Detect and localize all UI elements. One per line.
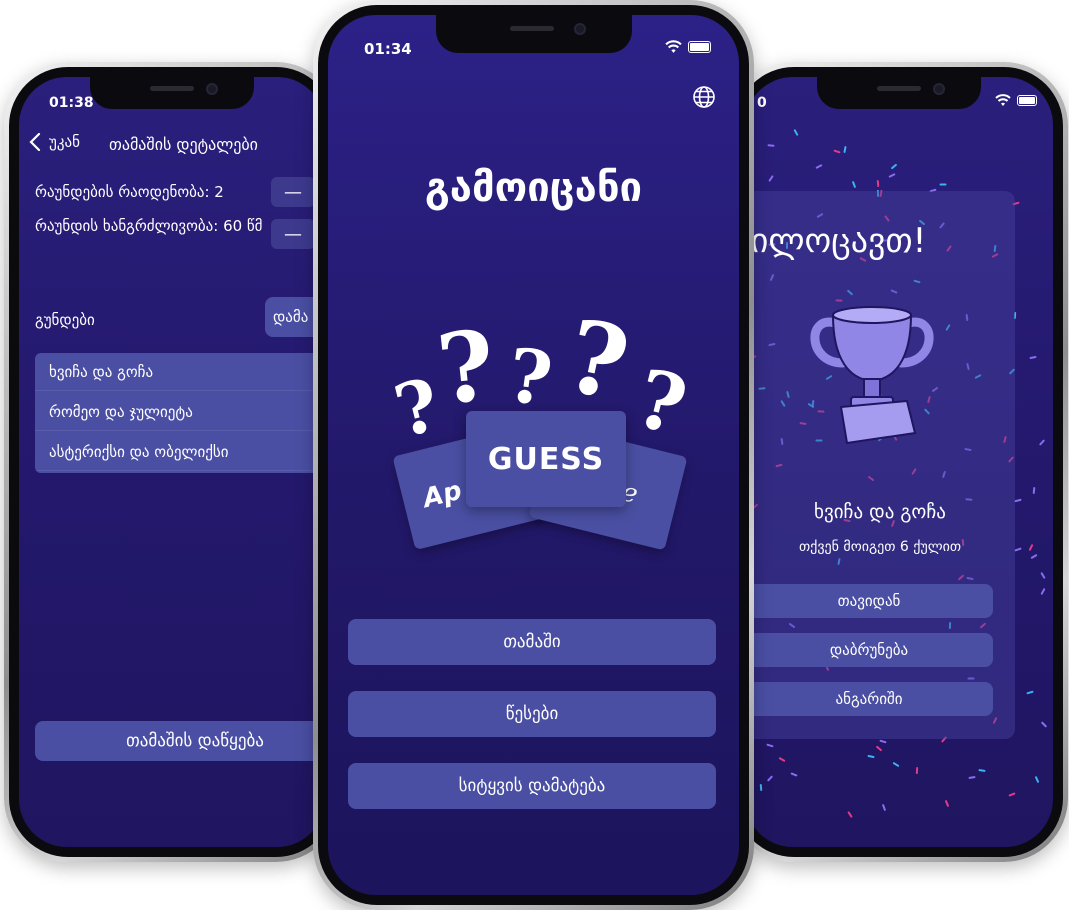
confetti-piece xyxy=(767,144,775,147)
confetti-piece xyxy=(766,775,774,782)
app-title: გამოიცანი xyxy=(424,165,643,211)
game-details-screen: 01:38 უკან თამაშის დეტალები რაუნდების რა… xyxy=(19,77,325,847)
confetti-piece xyxy=(759,783,763,792)
winner-team: ხვიჩა და გოჩა xyxy=(814,501,946,523)
question-mark-icon: ? xyxy=(556,296,639,424)
confetti-piece xyxy=(766,743,774,748)
confetti-piece xyxy=(915,766,919,775)
confetti-piece xyxy=(968,775,976,780)
confetti-piece xyxy=(847,811,853,818)
confetti-piece xyxy=(768,175,774,182)
confetti-piece xyxy=(1034,775,1040,784)
page-title: თამაშის დეტალები xyxy=(109,135,258,154)
add-word-button[interactable]: სიტყვის დამატება xyxy=(348,763,716,809)
question-mark-icon: ? xyxy=(502,332,558,424)
back-chevron-icon xyxy=(29,133,41,151)
play-button[interactable]: თამაში xyxy=(348,619,716,665)
confetti-piece xyxy=(879,739,887,744)
notch xyxy=(435,15,632,53)
team-item[interactable]: რომეო და ჯულიეტა xyxy=(35,393,325,431)
confetti-piece xyxy=(876,179,880,188)
rounds-count-label: რაუნდების რაოდენობა: 2 xyxy=(35,183,224,201)
confetti-piece xyxy=(1040,587,1046,596)
confetti-piece xyxy=(1014,547,1022,552)
confetti-piece xyxy=(890,163,898,170)
start-game-button[interactable]: თამაშის დაწყება xyxy=(35,721,325,761)
trophy-icon xyxy=(810,306,934,445)
battery-icon xyxy=(688,41,711,53)
back-label: უკან xyxy=(49,133,80,151)
confetti-piece xyxy=(851,180,857,189)
notch xyxy=(90,77,254,109)
return-button[interactable]: დაბრუნება xyxy=(745,633,993,667)
phone-center: 01:34 გამოიცანი ? ? ? ? ? Ap ple GUESS xyxy=(313,0,754,910)
results-panel: გილოცავთ! ხვიჩა და გოჩა თქვენ მოიგეთ 6 ქ… xyxy=(745,191,1015,739)
guess-card: GUESS xyxy=(466,411,626,507)
results-screen: 0 გილოცავთ! ხვიჩა და გოჩა თქვენ მოიგეთ 6… xyxy=(745,77,1053,847)
duration-decrement-button[interactable]: — xyxy=(271,219,315,249)
confetti-piece xyxy=(881,803,887,812)
status-time: 01:34 xyxy=(364,40,412,58)
rounds-decrement-button[interactable]: — xyxy=(271,177,315,207)
team-item[interactable]: ხვიჩა და გოჩა xyxy=(35,353,325,391)
wifi-icon xyxy=(665,40,682,53)
teams-label: გუნდები xyxy=(35,311,95,329)
confetti-piece xyxy=(1040,571,1046,580)
back-button[interactable]: უკან xyxy=(29,133,80,151)
teams-list: ხვიჩა და გოჩა რომეო და ჯულიეტა ასტერიქსი… xyxy=(35,353,325,473)
confetti-piece xyxy=(1014,498,1022,503)
question-mark-icon: ? xyxy=(432,308,501,427)
restart-button[interactable]: თავიდან xyxy=(745,584,993,618)
confetti-piece xyxy=(793,128,799,137)
question-mark-icon: ? xyxy=(627,350,696,454)
confetti-piece xyxy=(833,149,841,154)
confetti-piece xyxy=(1030,553,1038,560)
confetti-piece xyxy=(892,761,900,768)
score-button[interactable]: ანგარიში xyxy=(745,682,993,716)
congrats-title: გილოცავთ! xyxy=(745,221,927,261)
guess-logo: ? ? ? ? ? Ap ple GUESS xyxy=(378,296,698,555)
confetti-piece xyxy=(778,756,786,763)
confetti-piece xyxy=(888,173,896,178)
globe-icon[interactable] xyxy=(692,85,716,109)
score-text: თქვენ მოიგეთ 6 ქულით xyxy=(798,539,962,555)
round-duration-label: რაუნდის ხანგრძლივობა: 60 წმ xyxy=(35,217,263,235)
confetti-piece xyxy=(939,183,947,186)
notch xyxy=(817,77,981,109)
confetti-piece xyxy=(1038,439,1046,446)
confetti-piece xyxy=(1040,721,1048,728)
rules-button[interactable]: წესები xyxy=(348,691,716,737)
phone-left: 01:38 უკან თამაშის დეტალები რაუნდების რა… xyxy=(4,62,340,862)
confetti-piece xyxy=(978,769,986,772)
confetti-piece xyxy=(1026,690,1034,695)
confetti-piece xyxy=(1029,355,1037,360)
confetti-piece xyxy=(1008,792,1016,797)
confetti-piece xyxy=(815,164,823,169)
confetti-piece xyxy=(867,754,875,759)
confetti-piece xyxy=(843,145,847,154)
status-time: 01:38 xyxy=(49,95,94,111)
confetti-piece xyxy=(944,799,950,808)
confetti-piece xyxy=(1032,486,1036,495)
confetti-piece xyxy=(790,772,798,777)
confetti-piece xyxy=(1028,543,1034,552)
home-screen: 01:34 გამოიცანი ? ? ? ? ? Ap ple GUESS xyxy=(328,15,739,895)
team-item[interactable]: ასტერიქსი და ობელიქსი xyxy=(35,433,325,471)
phone-right: 0 გილოცავთ! ხვიჩა და გოჩა თქვენ მოიგეთ 6… xyxy=(730,62,1068,862)
confetti-piece xyxy=(875,745,883,752)
